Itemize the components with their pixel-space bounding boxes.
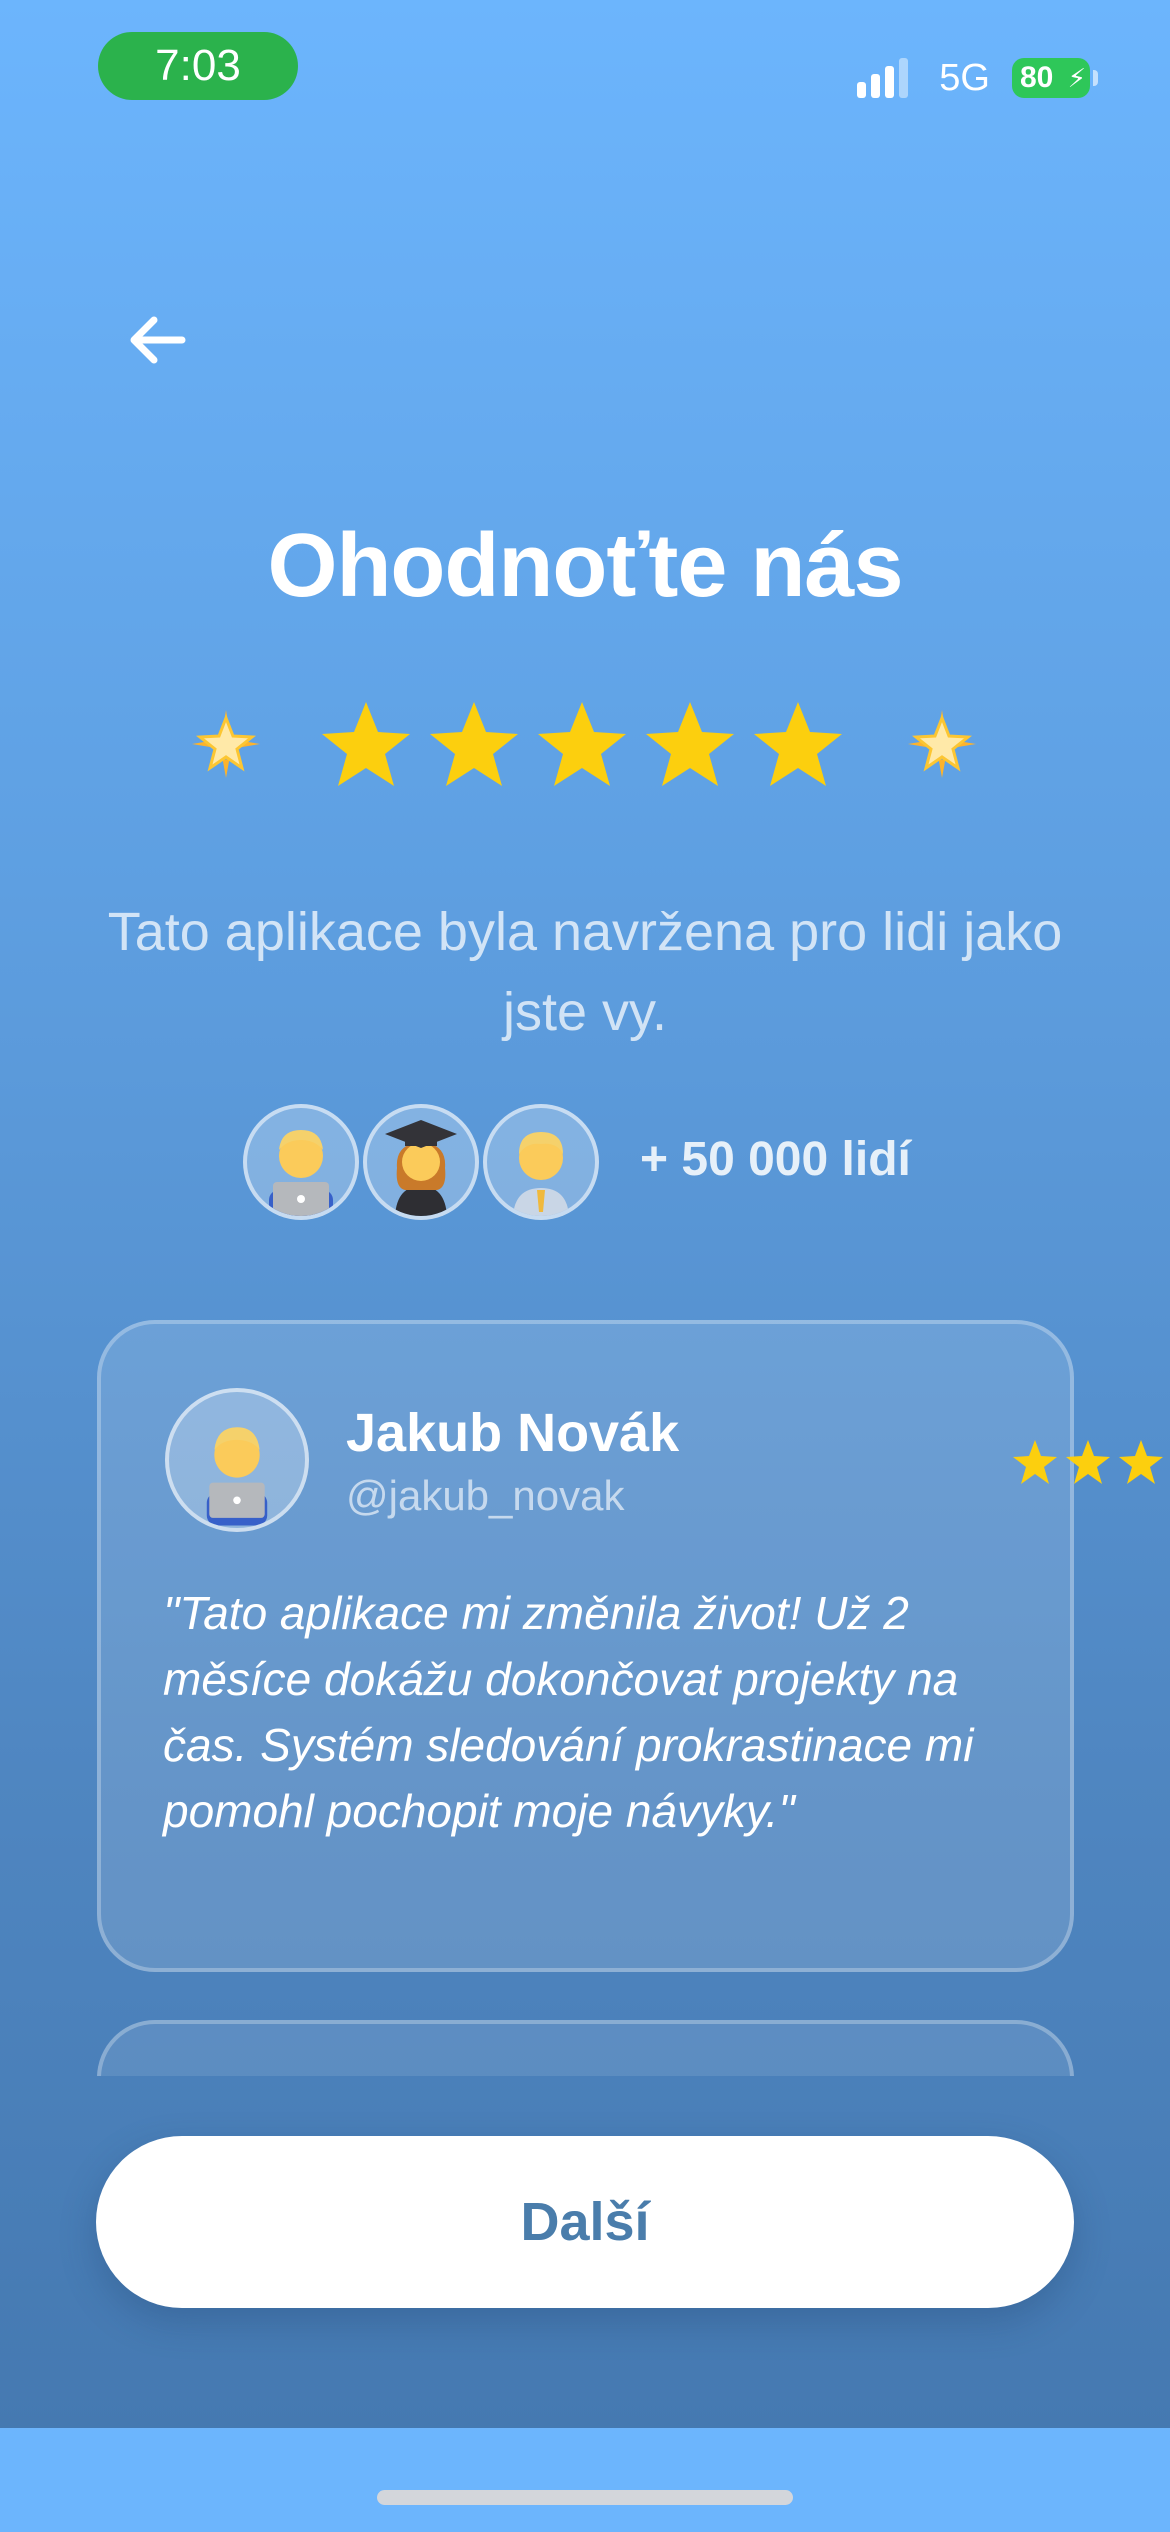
review-card: Jakub Novák @jakub_novak "Tato aplikace … xyxy=(97,1320,1163,1972)
arrow-left-icon xyxy=(130,316,186,364)
next-review-card-clip xyxy=(0,2016,1170,2076)
star-icon xyxy=(322,702,410,786)
home-indicator[interactable] xyxy=(377,2490,793,2505)
network-type: 5G xyxy=(939,56,990,99)
review-stars xyxy=(1013,1440,1163,1484)
woman-student-icon xyxy=(385,1120,457,1216)
star-icon xyxy=(646,702,734,786)
man-technologist-icon xyxy=(269,1130,333,1216)
glowing-star-icon xyxy=(908,710,976,778)
avatar xyxy=(483,1104,599,1220)
reviewer-name: Jakub Novák xyxy=(346,1403,680,1463)
next-button[interactable]: Další xyxy=(96,2136,1074,2308)
avatar xyxy=(363,1104,479,1220)
star-icon xyxy=(538,702,626,786)
star-icon xyxy=(1066,1440,1110,1484)
rating-stars xyxy=(0,700,1170,790)
avatar xyxy=(243,1104,359,1220)
man-technologist-icon xyxy=(206,1427,268,1526)
review-text: "Tato aplikace mi změnila život! Už 2 mě… xyxy=(163,1587,974,1837)
status-indicators: 5G 80 ⚡ xyxy=(857,48,1098,108)
star-icon xyxy=(1013,1440,1057,1484)
cellular-signal-icon xyxy=(857,58,917,98)
page-title: Ohodnoťte nás xyxy=(267,516,903,616)
glowing-star-icon xyxy=(192,710,260,778)
battery-icon: 80 ⚡ xyxy=(1012,58,1098,98)
reviewer-handle: @jakub_novak xyxy=(346,1472,625,1519)
reviewer-avatar xyxy=(165,1388,309,1532)
charging-bolt-icon: ⚡ xyxy=(1067,63,1086,93)
next-review-card xyxy=(97,2020,1074,2076)
status-time: 7:03 xyxy=(98,32,298,100)
star-icon xyxy=(1119,1440,1163,1484)
back-button[interactable] xyxy=(122,305,192,375)
subtitle: Tato aplikace byla navržena pro lidi jak… xyxy=(107,902,1063,1042)
man-office-worker-icon xyxy=(513,1132,569,1216)
people-count: + 50 000 lidí xyxy=(640,1133,911,1186)
battery-level: 80 xyxy=(1020,61,1054,94)
star-icon xyxy=(430,702,518,786)
bottom-safe-area xyxy=(0,2428,1170,2532)
star-icon xyxy=(754,702,842,786)
rating-screen: 7:03 5G 80 ⚡ Ohodnoťte nás Tato aplikace… xyxy=(0,0,1170,2532)
